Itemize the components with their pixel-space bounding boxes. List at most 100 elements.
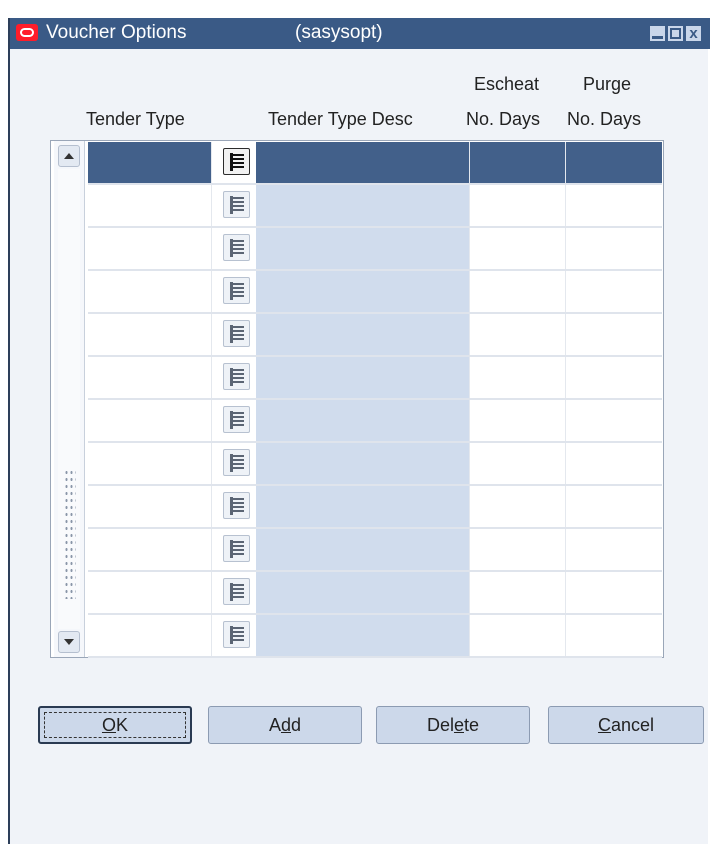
table-row[interactable] bbox=[88, 142, 662, 185]
tender-type-cell[interactable] bbox=[88, 185, 212, 226]
delete-button[interactable]: Del e te bbox=[376, 706, 530, 744]
tender-type-cell[interactable] bbox=[88, 228, 212, 269]
lov-cell[interactable] bbox=[212, 357, 256, 398]
tender-type-desc-cell bbox=[256, 572, 470, 613]
table-row[interactable] bbox=[88, 228, 662, 271]
cancel-button[interactable]: Cancel bbox=[548, 706, 704, 744]
lov-cell[interactable] bbox=[212, 615, 256, 656]
lov-cell[interactable] bbox=[212, 142, 256, 183]
tender-type-desc-cell bbox=[256, 615, 470, 656]
purge-days-cell[interactable] bbox=[566, 572, 662, 613]
tender-type-cell[interactable] bbox=[88, 400, 212, 441]
tender-type-cell[interactable] bbox=[88, 529, 212, 570]
table-row[interactable] bbox=[88, 529, 662, 572]
list-of-values-icon[interactable] bbox=[223, 320, 250, 347]
list-of-values-icon[interactable] bbox=[223, 191, 250, 218]
tender-type-cell[interactable] bbox=[88, 486, 212, 527]
maximize-icon[interactable] bbox=[668, 26, 683, 41]
escheat-days-cell[interactable] bbox=[470, 357, 566, 398]
window-title: Voucher Options bbox=[46, 22, 187, 43]
column-header-tender-type: Tender Type bbox=[86, 109, 185, 129]
escheat-days-cell[interactable] bbox=[470, 228, 566, 269]
tender-type-desc-cell bbox=[256, 271, 470, 312]
tender-type-cell[interactable] bbox=[88, 572, 212, 613]
purge-days-cell[interactable] bbox=[566, 529, 662, 570]
escheat-days-cell[interactable] bbox=[470, 314, 566, 355]
escheat-days-cell[interactable] bbox=[470, 615, 566, 656]
table-row[interactable] bbox=[88, 314, 662, 357]
purge-days-cell[interactable] bbox=[566, 357, 662, 398]
table-row[interactable] bbox=[88, 400, 662, 443]
purge-days-cell[interactable] bbox=[566, 615, 662, 656]
column-header-escheat-line1: Escheat bbox=[474, 74, 540, 94]
add-button[interactable]: Add bbox=[208, 706, 362, 744]
table-row[interactable] bbox=[88, 357, 662, 400]
purge-days-cell[interactable] bbox=[566, 142, 662, 183]
lov-cell[interactable] bbox=[212, 228, 256, 269]
escheat-days-cell[interactable] bbox=[470, 142, 566, 183]
table-row[interactable] bbox=[88, 443, 662, 486]
purge-days-cell[interactable] bbox=[566, 271, 662, 312]
purge-days-cell[interactable] bbox=[566, 228, 662, 269]
tender-type-cell[interactable] bbox=[88, 271, 212, 312]
escheat-days-cell[interactable] bbox=[470, 400, 566, 441]
tender-type-desc-cell bbox=[256, 314, 470, 355]
list-of-values-icon[interactable] bbox=[223, 621, 250, 648]
scroll-track[interactable] bbox=[58, 169, 80, 629]
list-of-values-icon[interactable] bbox=[223, 234, 250, 261]
close-icon[interactable]: x bbox=[686, 26, 701, 41]
tender-type-cell[interactable] bbox=[88, 314, 212, 355]
column-header-purge-line1: Purge bbox=[583, 74, 632, 94]
title-bar[interactable]: Voucher Options (sasysopt) x bbox=[10, 18, 710, 49]
escheat-days-cell[interactable] bbox=[470, 185, 566, 226]
lov-cell[interactable] bbox=[212, 400, 256, 441]
scroll-down-arrow-icon[interactable] bbox=[58, 631, 80, 653]
scroll-thumb[interactable] bbox=[64, 469, 76, 599]
column-header-tender-type-desc: Tender Type Desc bbox=[268, 109, 413, 129]
list-of-values-icon[interactable] bbox=[223, 535, 250, 562]
tender-type-desc-cell bbox=[256, 443, 470, 484]
lov-cell[interactable] bbox=[212, 486, 256, 527]
purge-days-cell[interactable] bbox=[566, 486, 662, 527]
list-of-values-icon[interactable] bbox=[223, 449, 250, 476]
lov-cell[interactable] bbox=[212, 529, 256, 570]
list-of-values-icon[interactable] bbox=[223, 148, 250, 175]
vertical-scrollbar[interactable] bbox=[54, 141, 85, 657]
tender-type-desc-cell bbox=[256, 400, 470, 441]
list-of-values-icon[interactable] bbox=[223, 363, 250, 390]
escheat-days-cell[interactable] bbox=[470, 271, 566, 312]
ok-button[interactable]: OK bbox=[38, 706, 192, 744]
escheat-days-cell[interactable] bbox=[470, 572, 566, 613]
lov-cell[interactable] bbox=[212, 443, 256, 484]
tender-type-desc-cell bbox=[256, 185, 470, 226]
minimize-icon[interactable] bbox=[650, 26, 665, 41]
escheat-days-cell[interactable] bbox=[470, 443, 566, 484]
list-of-values-icon[interactable] bbox=[223, 578, 250, 605]
lov-cell[interactable] bbox=[212, 314, 256, 355]
list-of-values-icon[interactable] bbox=[223, 406, 250, 433]
list-of-values-icon[interactable] bbox=[223, 277, 250, 304]
lov-cell[interactable] bbox=[212, 185, 256, 226]
tender-type-desc-cell bbox=[256, 228, 470, 269]
table-row[interactable] bbox=[88, 271, 662, 314]
tender-type-cell[interactable] bbox=[88, 142, 212, 183]
tender-type-cell[interactable] bbox=[88, 357, 212, 398]
table-row[interactable] bbox=[88, 615, 662, 658]
table-row[interactable] bbox=[88, 185, 662, 228]
escheat-days-cell[interactable] bbox=[470, 529, 566, 570]
purge-days-cell[interactable] bbox=[566, 400, 662, 441]
scroll-up-arrow-icon[interactable] bbox=[58, 145, 80, 167]
purge-days-cell[interactable] bbox=[566, 314, 662, 355]
purge-days-cell[interactable] bbox=[566, 185, 662, 226]
tender-type-cell[interactable] bbox=[88, 615, 212, 656]
table-row[interactable] bbox=[88, 572, 662, 615]
tender-type-desc-cell bbox=[256, 357, 470, 398]
list-of-values-icon[interactable] bbox=[223, 492, 250, 519]
table-row[interactable] bbox=[88, 486, 662, 529]
lov-cell[interactable] bbox=[212, 271, 256, 312]
escheat-days-cell[interactable] bbox=[470, 486, 566, 527]
lov-cell[interactable] bbox=[212, 572, 256, 613]
tender-type-cell[interactable] bbox=[88, 443, 212, 484]
purge-days-cell[interactable] bbox=[566, 443, 662, 484]
form-code: (sasysopt) bbox=[295, 22, 383, 43]
